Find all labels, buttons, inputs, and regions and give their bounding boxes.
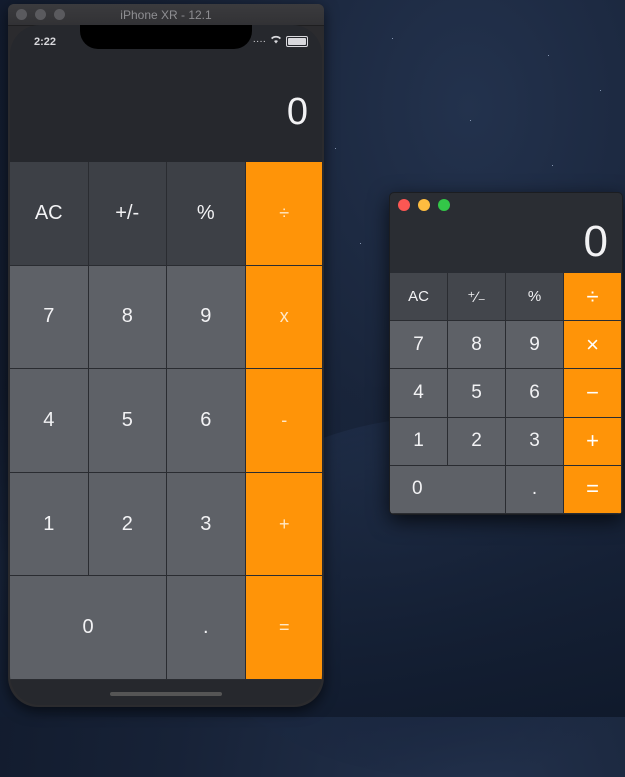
key-1[interactable]: 1 (390, 417, 448, 466)
key-2[interactable]: 2 (88, 472, 167, 577)
home-indicator[interactable] (110, 692, 222, 696)
key-decimal[interactable]: . (506, 465, 564, 514)
key-6[interactable]: 6 (506, 369, 564, 418)
key-9[interactable]: 9 (167, 265, 246, 370)
key-subtract[interactable]: − (564, 369, 622, 418)
key-equals[interactable]: = (245, 576, 322, 680)
key-decimal[interactable]: . (167, 576, 246, 680)
battery-icon (286, 35, 308, 47)
signal-icon: ···· (252, 35, 266, 47)
key-7[interactable]: 7 (390, 321, 448, 370)
key-divide[interactable]: ÷ (564, 273, 622, 322)
simulator-titlebar: iPhone XR - 12.1 (8, 4, 324, 26)
phone-screen: 2:22 ···· 0 AC +/- % ÷ 7 8 9 x 4 5 6 - 1… (10, 25, 322, 705)
phone-calculator-display: 0 (286, 91, 308, 133)
key-equals[interactable]: = (564, 465, 622, 514)
key-clear[interactable]: AC (10, 162, 89, 266)
key-8[interactable]: 8 (88, 265, 167, 370)
minimize-button[interactable] (418, 199, 430, 211)
key-multiply[interactable]: x (245, 265, 322, 370)
wifi-icon (270, 35, 282, 47)
key-4[interactable]: 4 (10, 369, 89, 473)
key-divide[interactable]: ÷ (245, 162, 322, 266)
key-percent[interactable]: % (167, 162, 246, 266)
key-percent[interactable]: % (506, 273, 564, 322)
status-time: 2:22 (34, 36, 57, 48)
key-5[interactable]: 5 (448, 369, 506, 418)
key-8[interactable]: 8 (448, 321, 506, 370)
simulator-window: iPhone XR - 12.1 2:22 ···· 0 AC +/- % ÷ … (8, 4, 324, 707)
key-3[interactable]: 3 (506, 417, 564, 466)
key-3[interactable]: 3 (167, 472, 246, 577)
key-sign[interactable]: +/- (88, 162, 167, 266)
mac-calculator-display: 0 (583, 217, 608, 266)
notch (80, 25, 252, 49)
key-add[interactable]: + (564, 417, 622, 466)
key-4[interactable]: 4 (390, 369, 448, 418)
key-sign[interactable]: ⁺∕₋ (448, 273, 506, 322)
simulator-title: iPhone XR - 12.1 (120, 8, 212, 22)
key-0[interactable]: 0 (390, 465, 506, 514)
key-1[interactable]: 1 (10, 472, 89, 577)
key-clear[interactable]: AC (390, 273, 448, 322)
mac-keypad: AC ⁺∕₋ % ÷ 7 8 9 × 4 5 6 − 1 2 3 + 0 . = (390, 273, 622, 514)
close-button[interactable] (398, 199, 410, 211)
status-icons: ···· (253, 35, 308, 47)
key-2[interactable]: 2 (448, 417, 506, 466)
key-add[interactable]: + (245, 472, 322, 577)
key-multiply[interactable]: × (564, 321, 622, 370)
mac-calculator-window: 0 AC ⁺∕₋ % ÷ 7 8 9 × 4 5 6 − 1 2 3 + 0 .… (389, 192, 623, 515)
zoom-button[interactable] (438, 199, 450, 211)
key-6[interactable]: 6 (167, 369, 246, 473)
phone-keypad: AC +/- % ÷ 7 8 9 x 4 5 6 - 1 2 3 + 0 . = (10, 162, 322, 680)
key-0[interactable]: 0 (10, 576, 167, 680)
key-subtract[interactable]: - (245, 369, 322, 473)
key-9[interactable]: 9 (506, 321, 564, 370)
key-5[interactable]: 5 (88, 369, 167, 473)
key-7[interactable]: 7 (10, 265, 89, 370)
